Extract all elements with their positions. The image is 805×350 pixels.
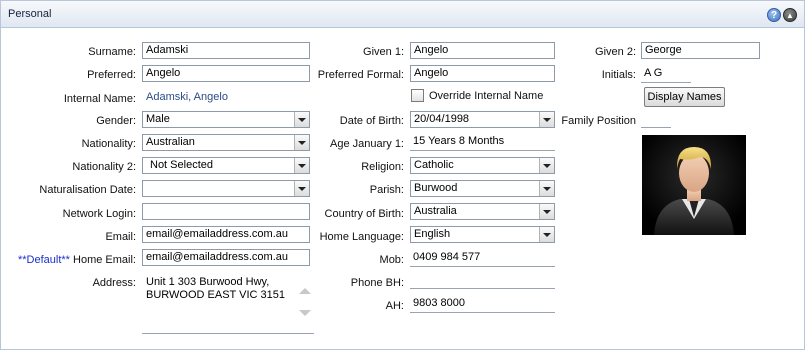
display-names-button[interactable]: Display Names [644, 87, 725, 107]
student-photo [642, 135, 746, 235]
initials-label: Initials: [601, 69, 636, 81]
chevron-down-icon[interactable] [539, 112, 554, 127]
mob-label: Mob: [379, 254, 404, 266]
country-of-birth-select[interactable]: Australia [410, 203, 555, 220]
surname-label: Surname: [88, 46, 136, 58]
dob-label: Date of Birth: [339, 115, 404, 127]
nationality2-select[interactable]: Not Selected [142, 157, 310, 174]
network-login-label: Network Login: [62, 208, 136, 220]
chevron-down-icon[interactable] [539, 204, 554, 219]
home-language-label: Home Language: [319, 231, 404, 243]
network-login-field[interactable] [142, 203, 310, 220]
chevron-down-icon[interactable] [539, 158, 554, 173]
given1-label: Given 1: [363, 46, 404, 58]
collapse-up-icon[interactable]: ▲ [783, 8, 797, 22]
family-position-label: Family Position [561, 115, 636, 127]
avatar-placeholder-icon [642, 135, 746, 235]
email-field[interactable]: email@emailaddress.com.au [142, 226, 310, 243]
preferred-label: Preferred: [87, 69, 136, 81]
chevron-down-icon[interactable] [294, 181, 309, 196]
parish-value: Burwood [414, 182, 458, 194]
panel-header: Personal ? ▲ [1, 1, 804, 28]
chevron-down-icon[interactable] [294, 112, 309, 127]
ah-value: 9803 8000 [410, 297, 555, 313]
internal-name-value: Adamski, Angelo [146, 91, 228, 103]
gender-value: Male [146, 113, 170, 125]
gender-select[interactable]: Male [142, 111, 310, 128]
chevron-down-icon[interactable] [294, 135, 309, 150]
phone-bh-value [410, 273, 555, 289]
naturalisation-date-label: Naturalisation Date: [39, 184, 136, 196]
age-jan1-value: 15 Years 8 Months [410, 135, 555, 151]
nationality2-label: Nationality 2: [72, 161, 136, 173]
default-marker: **Default** [17, 254, 70, 266]
preferred-field[interactable]: Angelo [142, 65, 310, 82]
initials-value: A G [641, 67, 691, 83]
phone-bh-label: Phone BH: [350, 277, 404, 289]
country-of-birth-label: Country of Birth: [324, 208, 404, 220]
parish-label: Parish: [369, 184, 404, 196]
home-email-label-text: Home Email: [69, 254, 136, 266]
mob-value: 0409 984 577 [410, 251, 555, 267]
given2-label: Given 2: [595, 46, 636, 58]
age-jan1-label: Age January 1: [330, 138, 404, 150]
nationality-value: Australian [146, 136, 195, 148]
help-icon[interactable]: ? [767, 8, 781, 22]
religion-value: Catholic [414, 159, 454, 171]
family-position-value [641, 112, 671, 128]
address-underline [142, 333, 314, 334]
nationality2-value: Not Selected [150, 159, 213, 171]
parish-select[interactable]: Burwood [410, 180, 555, 197]
chevron-down-icon[interactable] [539, 227, 554, 242]
chevron-down-icon[interactable] [294, 158, 309, 173]
home-email-field[interactable]: email@emailaddress.com.au [142, 249, 310, 266]
override-internal-name-checkbox[interactable] [411, 89, 424, 102]
religion-select[interactable]: Catholic [410, 157, 555, 174]
override-internal-name-label: Override Internal Name [429, 90, 544, 102]
given1-field[interactable]: Angelo [410, 42, 555, 59]
gender-label: Gender: [96, 115, 136, 127]
address-textarea[interactable]: Unit 1 303 Burwood Hwy, BURWOOD EAST VIC… [146, 276, 296, 302]
dob-value: 20/04/1998 [414, 113, 470, 125]
nationality-label: Nationality: [81, 138, 136, 150]
preferred-formal-label: Preferred Formal: [317, 69, 404, 81]
religion-label: Religion: [361, 161, 404, 173]
personal-panel: Personal ? ▲ Surname: Adamski Preferred:… [0, 0, 805, 350]
internal-name-label: Internal Name: [63, 93, 136, 105]
naturalisation-date-select[interactable] [142, 180, 310, 197]
home-email-label: **Default** Home Email: [6, 254, 136, 266]
scroll-up-icon[interactable] [299, 288, 311, 294]
home-language-select[interactable]: English [410, 226, 555, 243]
dob-select[interactable]: 20/04/1998 [410, 111, 555, 128]
email-label: Email: [105, 231, 136, 243]
nationality-select[interactable]: Australian [142, 134, 310, 151]
given2-field[interactable]: George [641, 42, 760, 59]
address-label: Address: [92, 277, 136, 289]
ah-label: AH: [385, 300, 404, 312]
chevron-down-icon[interactable] [539, 181, 554, 196]
surname-field[interactable]: Adamski [142, 42, 310, 59]
panel-title: Personal [8, 8, 52, 20]
country-of-birth-value: Australia [414, 205, 457, 217]
preferred-formal-field[interactable]: Angelo [410, 65, 555, 82]
scroll-down-icon[interactable] [299, 310, 311, 316]
home-language-value: English [414, 228, 451, 240]
